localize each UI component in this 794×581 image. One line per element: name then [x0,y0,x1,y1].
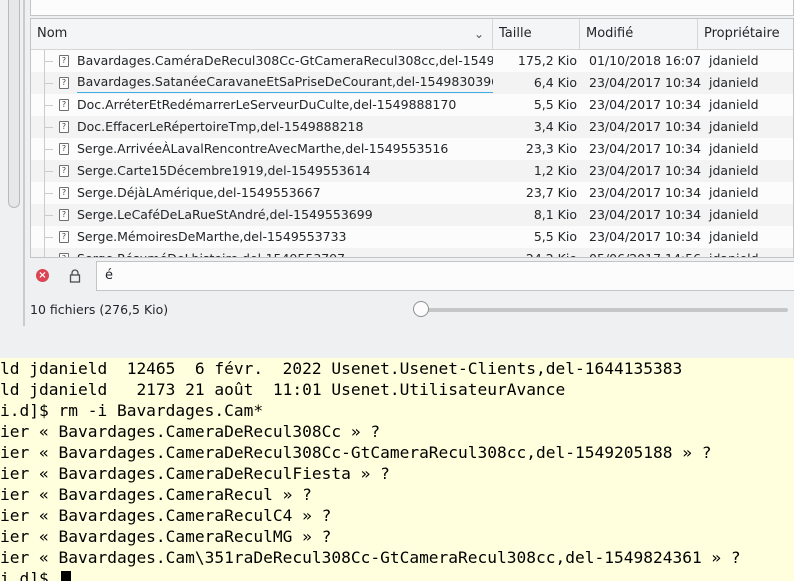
file-size: 5,5 Kio [533,229,577,244]
terminal-line: ld jdanield 2173 21 août 11:01 Usenet.Ut… [0,380,566,399]
file-modified: 23/04/2017 10:34 [589,185,702,200]
terminal-line: i.d]$ rm -i Bavardages.Cam* [0,401,264,420]
file-name: Serge.LeCaféDeLaRueStAndré,del-154955369… [77,207,373,222]
sidebar-scrollbar[interactable] [8,0,20,208]
file-name: Doc.EffacerLeRépertoireTmp,del-154988821… [77,119,364,134]
zoom-slider-handle[interactable] [413,301,429,317]
file-name: Bavardages.SatanéeCaravaneEtSaPriseDeCou… [77,72,493,93]
file-owner: jdanield [709,229,759,244]
column-header-modified[interactable]: Modifié [580,19,698,49]
file-size: 1,2 Kio [533,163,577,178]
text-file-icon: ? [59,99,69,111]
file-name: Serge.DéjàLAmérique,del-1549553667 [77,185,321,200]
column-header-name-label: Nom [37,26,68,41]
file-owner: jdanield [703,248,793,257]
status-text: 10 fichiers (276,5 Kio) [30,302,169,317]
filter-input[interactable]: é [96,261,794,291]
file-row[interactable]: ? Serge.ArrivéeÀLavalRencontreAvecMarthe,… [31,138,793,160]
terminal-prompt-line: i.d]$ [0,568,72,581]
file-owner: jdanield [709,75,759,90]
file-name: Doc.ArréterEtRedémarrerLeServeurDuCulte,… [77,97,457,112]
terminal-window[interactable]: ld jdanield 12465 6 févr. 2022 Usenet.Us… [0,358,794,581]
file-owner: jdanield [709,207,759,222]
file-row[interactable]: ? Bavardages.CaméraDeRecul308Cc-GtCameraR… [31,50,793,72]
file-row[interactable]: ? Serge.DéjàLAmérique,del-1549553667 23,7… [31,182,793,204]
file-owner: jdanield [709,163,759,178]
terminal-cursor [61,571,72,581]
file-modified: 23/04/2017 10:34 [589,163,702,178]
file-row[interactable]: ? Serge.LeCaféDeLaRueStAndré,del-15495536… [31,204,793,226]
file-name: Bavardages.CaméraDeRecul308Cc-GtCameraRe… [77,53,493,68]
chevron-down-icon: ⌄ [473,27,484,41]
file-size: 24,2 Kio [493,248,585,257]
column-header-modified-label: Modifié [586,26,634,41]
column-header-size[interactable]: Taille [493,19,580,49]
column-header-name[interactable]: Nom ⌄ [31,19,493,49]
file-owner: jdanield [709,141,759,156]
column-header-owner-label: Propriétaire [704,26,780,41]
file-modified: 05/06/2017 14:56 [585,248,703,257]
file-owner: jdanield [709,119,759,134]
terminal-line: ier « Bavardages.CameraDeRecul308Cc » ? [0,422,381,441]
filter-bar: × é [30,261,794,291]
file-size: 8,1 Kio [533,207,577,222]
text-file-icon: ? [59,187,69,199]
column-header-size-label: Taille [499,26,532,41]
terminal-line: ld jdanield 12465 6 févr. 2022 Usenet.Us… [0,359,683,378]
file-row[interactable]: ? Serge.MémoiresDeMarthe,del-1549553733 5… [31,226,793,248]
file-size: 175,2 Kio [517,53,577,68]
column-header-owner[interactable]: Propriétaire [698,19,793,49]
file-row[interactable]: ? Bavardages.SatanéeCaravaneEtSaPriseDeCo… [31,72,793,94]
text-file-icon: ? [59,209,69,221]
text-file-icon: ? [59,77,69,89]
file-list-view[interactable]: Nom ⌄ Taille Modifié Propriétaire ? Bavar… [30,18,794,258]
terminal-line: ier « Bavardages.CameraDeRecul308Cc-GtCa… [0,443,712,462]
text-file-icon: ? [59,165,69,177]
file-manager-panel: Nom ⌄ Taille Modifié Propriétaire ? Bavar… [0,0,794,330]
file-size: 23,3 Kio [525,141,577,156]
file-modified: 01/10/2018 16:07 [589,53,702,68]
file-modified: 23/04/2017 10:34 [589,75,702,90]
file-size: 6,4 Kio [533,75,577,90]
text-file-icon: ? [59,253,69,257]
terminal-line: ier « Bavardages.CameraRecul » ? [0,485,312,504]
file-row[interactable]: ?Serge.RésuméDeLhistoire,del-1549553797 … [31,248,793,257]
panel-splitter[interactable] [23,0,25,326]
terminal-line: ier « Bavardages.CameraReculMG » ? [0,527,332,546]
text-file-icon: ? [59,121,69,133]
file-rows: ? Bavardages.CaméraDeRecul308Cc-GtCameraR… [31,50,793,257]
terminal-line: ier « Bavardages.Cam\351raDeRecul308Cc-G… [0,548,741,567]
text-file-icon: ? [59,231,69,243]
file-modified: 23/04/2017 10:34 [589,207,702,222]
clear-filter-icon[interactable]: × [36,269,49,282]
terminal-prompt: i.d]$ [0,569,59,581]
file-size: 5,5 Kio [533,97,577,112]
file-row[interactable]: ? Doc.ArréterEtRedémarrerLeServeurDuCulte… [31,94,793,116]
file-size: 23,7 Kio [525,185,577,200]
column-header: Nom ⌄ Taille Modifié Propriétaire [31,19,793,50]
file-row[interactable]: ? Serge.Carte15Décembre1919,del-154955361… [31,160,793,182]
file-modified: 23/04/2017 10:34 [589,141,702,156]
file-row[interactable]: ? Doc.EffacerLeRépertoireTmp,del-15498882… [31,116,793,138]
lock-icon[interactable] [68,268,82,284]
zoom-slider-track[interactable] [420,308,788,312]
location-bar [30,0,794,16]
file-owner: jdanield [709,97,759,112]
file-name: Serge.RésuméDeLhistoire,del-1549553797 [77,248,345,257]
text-file-icon: ? [59,55,69,67]
text-file-icon: ? [59,143,69,155]
terminal-line: ier « Bavardages.CameraReculC4 » ? [0,506,332,525]
file-size: 3,4 Kio [533,119,577,134]
file-name: Serge.ArrivéeÀLavalRencontreAvecMarthe,d… [77,141,449,156]
terminal-line: ier « Bavardages.CameraDeReculFiesta » ? [0,464,390,483]
file-name: Serge.MémoiresDeMarthe,del-1549553733 [77,229,347,244]
file-modified: 23/04/2017 10:34 [589,229,702,244]
file-modified: 23/04/2017 10:34 [589,97,702,112]
file-owner: jdanield [709,185,759,200]
file-modified: 23/04/2017 10:34 [589,119,702,134]
file-name: Serge.Carte15Décembre1919,del-1549553614 [77,163,371,178]
file-owner: jdanield [709,53,759,68]
